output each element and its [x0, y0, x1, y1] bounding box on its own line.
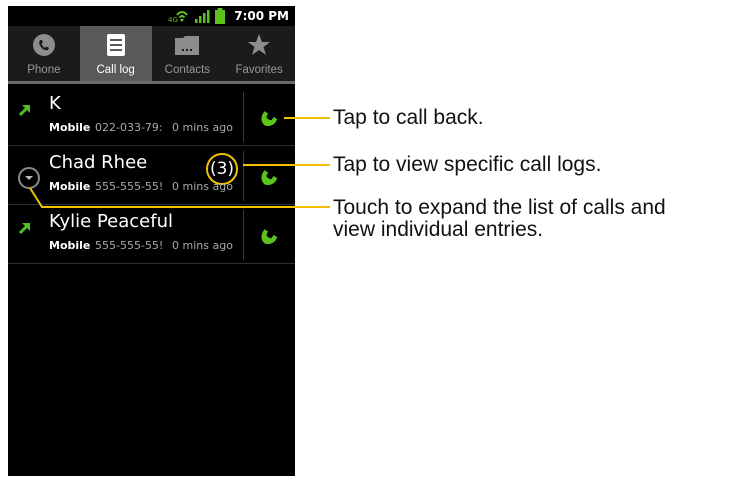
tab-label: Contacts	[164, 64, 211, 76]
call-handset-icon	[261, 229, 277, 245]
call-time: 0 mins ago	[172, 239, 233, 252]
callout-expand-line1: Touch to expand the list of calls and	[333, 196, 666, 219]
battery-icon	[215, 8, 225, 24]
phone-number: 555-555-55!	[95, 180, 164, 193]
call-time: 0 mins ago	[172, 180, 233, 193]
call-handset-icon	[261, 111, 277, 127]
star-icon	[248, 34, 271, 55]
contact-name: Chad Rhee	[49, 152, 148, 173]
number-type: Mobile	[49, 239, 91, 252]
tab-phone[interactable]: Phone	[8, 26, 80, 81]
expand-button[interactable]	[18, 167, 40, 189]
status-time: 7:00 PM	[234, 9, 289, 23]
callout-view-logs: Tap to view specific call logs.	[333, 153, 602, 176]
number-type: Mobile	[49, 180, 91, 193]
contact-name: Kylie Peaceful	[49, 211, 173, 232]
phone-screen: 4G 7:00 PM Phone Call log Contacts Favor…	[8, 6, 295, 476]
tab-label: Call log	[96, 64, 135, 76]
network-4g-icon: 4G	[168, 11, 188, 23]
tab-bar: Phone Call log Contacts Favorites	[8, 26, 295, 84]
callout-expand-line2: view individual entries.	[333, 218, 544, 241]
call-time: 0 mins ago	[172, 121, 233, 134]
call-log-row[interactable]: K Mobile 022-033-79: 0 mins ago	[8, 88, 295, 146]
call-back-button[interactable]	[243, 210, 295, 260]
call-back-button[interactable]	[243, 92, 295, 142]
outgoing-call-arrow-icon	[18, 105, 30, 117]
call-handset-icon	[261, 170, 277, 186]
tab-favorites[interactable]: Favorites	[223, 26, 295, 81]
call-log-row[interactable]: Kylie Peaceful Mobile 555-555-55! 0 mins…	[8, 206, 295, 264]
phone-icon	[32, 34, 55, 56]
signal-icon	[195, 10, 210, 23]
call-log-row[interactable]: Chad Rhee (3) Mobile 555-555-55! 0 mins …	[8, 147, 295, 205]
phone-number: 022-033-79:	[95, 121, 163, 134]
svg-text:4G: 4G	[168, 16, 178, 23]
number-type: Mobile	[49, 121, 91, 134]
call-back-button[interactable]	[243, 151, 295, 201]
tab-call-log[interactable]: Call log	[79, 26, 152, 81]
tab-label: Phone	[27, 64, 61, 76]
tab-label: Favorites	[235, 64, 283, 76]
status-bar: 4G 7:00 PM	[8, 6, 295, 26]
tab-contacts[interactable]: Contacts	[152, 26, 224, 81]
contacts-icon	[175, 36, 200, 55]
callout-call-back: Tap to call back.	[333, 106, 484, 129]
call-log-icon	[106, 34, 125, 56]
outgoing-call-arrow-icon	[18, 223, 30, 235]
phone-number: 555-555-55!	[95, 239, 164, 252]
contact-name: K	[49, 93, 61, 114]
chevron-down-icon	[25, 176, 33, 180]
